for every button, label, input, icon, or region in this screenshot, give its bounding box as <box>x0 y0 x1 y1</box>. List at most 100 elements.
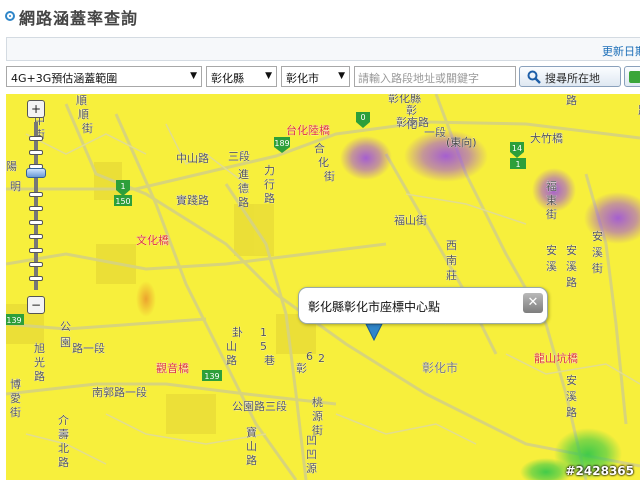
svg-text:中山路: 中山路 <box>176 152 209 165</box>
svg-text:順: 順 <box>76 94 87 107</box>
svg-text:189: 189 <box>274 139 289 148</box>
svg-text:實踐路: 實踐路 <box>176 193 209 207</box>
county-select[interactable]: 彰化縣 ▼ <box>206 66 277 87</box>
svg-text:溪: 溪 <box>592 246 603 259</box>
zoom-out-icon: − <box>30 298 42 312</box>
svg-text:台化陸橋: 台化陸橋 <box>286 123 330 137</box>
svg-text:進: 進 <box>238 168 249 181</box>
svg-text:街: 街 <box>82 121 93 135</box>
dropdown-arrow-icon: ▼ <box>265 71 272 81</box>
svg-text:順: 順 <box>78 108 89 121</box>
svg-text:路: 路 <box>246 454 257 467</box>
svg-text:(東向): (東向) <box>446 135 477 149</box>
zoom-level-tick[interactable] <box>29 220 43 225</box>
svg-text:路: 路 <box>264 192 275 205</box>
svg-text:德: 德 <box>238 181 249 195</box>
svg-text:1: 1 <box>260 326 267 339</box>
svg-text:一段: 一段 <box>424 125 446 139</box>
svg-text:6: 6 <box>306 350 313 363</box>
svg-text:桃: 桃 <box>312 395 323 409</box>
zoom-level-tick[interactable] <box>29 150 43 155</box>
coverage-blob-high <box>340 136 392 180</box>
dropdown-arrow-icon: ▼ <box>338 71 345 81</box>
svg-text:陽: 陽 <box>6 160 17 173</box>
svg-text:介: 介 <box>58 414 69 427</box>
zoom-slider-thumb[interactable] <box>26 168 46 178</box>
svg-text:文化橋: 文化橋 <box>136 233 169 247</box>
zoom-level-tick[interactable] <box>29 248 43 253</box>
zoom-control: + − <box>26 100 46 314</box>
svg-text:觀音橋: 觀音橋 <box>156 361 189 375</box>
svg-text:路: 路 <box>34 370 45 383</box>
svg-text:巷: 巷 <box>264 354 275 367</box>
zoom-in-button[interactable]: + <box>27 100 45 118</box>
svg-text:寶: 寶 <box>246 425 257 439</box>
svg-text:福山街: 福山街 <box>394 213 427 227</box>
svg-text:南郭路一段: 南郭路一段 <box>92 385 147 399</box>
magnifier-icon <box>527 70 541 84</box>
svg-text:路一段: 路一段 <box>72 341 105 355</box>
svg-text:合: 合 <box>314 141 325 155</box>
info-bar: 更新日期 <box>6 37 640 61</box>
svg-text:彰: 彰 <box>406 103 417 117</box>
svg-text:139: 139 <box>204 372 219 381</box>
svg-text:大竹橋: 大竹橋 <box>530 131 563 145</box>
address-search-input[interactable]: 請輸入路段地址或關鍵字 <box>354 66 516 87</box>
svg-text:150: 150 <box>115 197 130 206</box>
svg-text:三段: 三段 <box>228 149 250 163</box>
svg-text:路: 路 <box>226 354 237 367</box>
svg-text:龍山坑橋: 龍山坑橋 <box>534 351 578 365</box>
svg-text:安: 安 <box>566 373 577 387</box>
svg-text:化: 化 <box>406 117 417 131</box>
svg-text:莊: 莊 <box>446 269 457 282</box>
zoom-in-icon: + <box>30 102 42 116</box>
svg-text:街: 街 <box>546 207 557 221</box>
locate-search-button[interactable]: 搜尋所在地 <box>519 66 621 87</box>
svg-text:福: 福 <box>546 179 557 193</box>
svg-text:1: 1 <box>120 182 125 191</box>
svg-text:14: 14 <box>512 144 522 153</box>
city-select[interactable]: 彰化市 ▼ <box>281 66 350 87</box>
svg-text:路: 路 <box>58 456 69 469</box>
svg-text:安: 安 <box>546 243 557 257</box>
svg-text:5: 5 <box>260 340 267 353</box>
close-icon: ✕ <box>527 295 539 310</box>
zoom-level-tick[interactable] <box>29 206 43 211</box>
svg-text:彰: 彰 <box>296 361 307 375</box>
title-bullet-icon <box>5 11 15 21</box>
svg-text:安: 安 <box>566 243 577 257</box>
coverage-map[interactable]: 0 189 1 150 14 1 139 139 彰化縣 彰南路 一段 (東向)… <box>6 94 640 480</box>
city-value: 彰化市 <box>286 72 319 85</box>
zoom-out-button[interactable]: − <box>27 296 45 314</box>
svg-text:山: 山 <box>226 340 237 353</box>
location-marker[interactable] <box>365 323 383 342</box>
svg-text:光: 光 <box>34 355 45 369</box>
green-square-icon <box>629 71 640 83</box>
svg-text:力: 力 <box>264 164 275 177</box>
svg-text:博: 博 <box>10 378 21 391</box>
svg-text:卦: 卦 <box>232 325 243 339</box>
coverage-type-select[interactable]: 4G+3G預估涵蓋範圍 ▼ <box>6 66 202 87</box>
zoom-level-tick[interactable] <box>29 136 43 141</box>
zoom-level-tick[interactable] <box>29 192 43 197</box>
svg-text:彰化市: 彰化市 <box>422 360 458 375</box>
zoom-level-tick[interactable] <box>29 234 43 239</box>
popup-text: 彰化縣彰化市座標中心點 <box>308 300 441 314</box>
zoom-level-tick[interactable] <box>29 262 43 267</box>
svg-text:南: 南 <box>446 254 457 267</box>
county-value: 彰化縣 <box>211 72 244 85</box>
svg-text:街: 街 <box>592 261 603 275</box>
svg-text:明: 明 <box>10 180 21 193</box>
svg-text:139: 139 <box>6 316 21 325</box>
search-toolbar: 4G+3G預估涵蓋範圍 ▼ 彰化縣 ▼ 彰化市 ▼ 請輸入路段地址或關鍵字 搜尋… <box>0 66 640 90</box>
svg-text:園: 園 <box>60 336 71 349</box>
svg-text:東: 東 <box>546 194 557 207</box>
export-button[interactable] <box>624 66 640 87</box>
zoom-level-tick[interactable] <box>29 276 43 281</box>
svg-text:源: 源 <box>312 409 323 423</box>
svg-text:路: 路 <box>238 196 249 209</box>
update-date-link[interactable]: 更新日期 <box>602 43 640 59</box>
svg-text:街: 街 <box>10 405 21 419</box>
svg-text:源: 源 <box>306 461 317 475</box>
close-popup-button[interactable]: ✕ <box>523 293 543 313</box>
